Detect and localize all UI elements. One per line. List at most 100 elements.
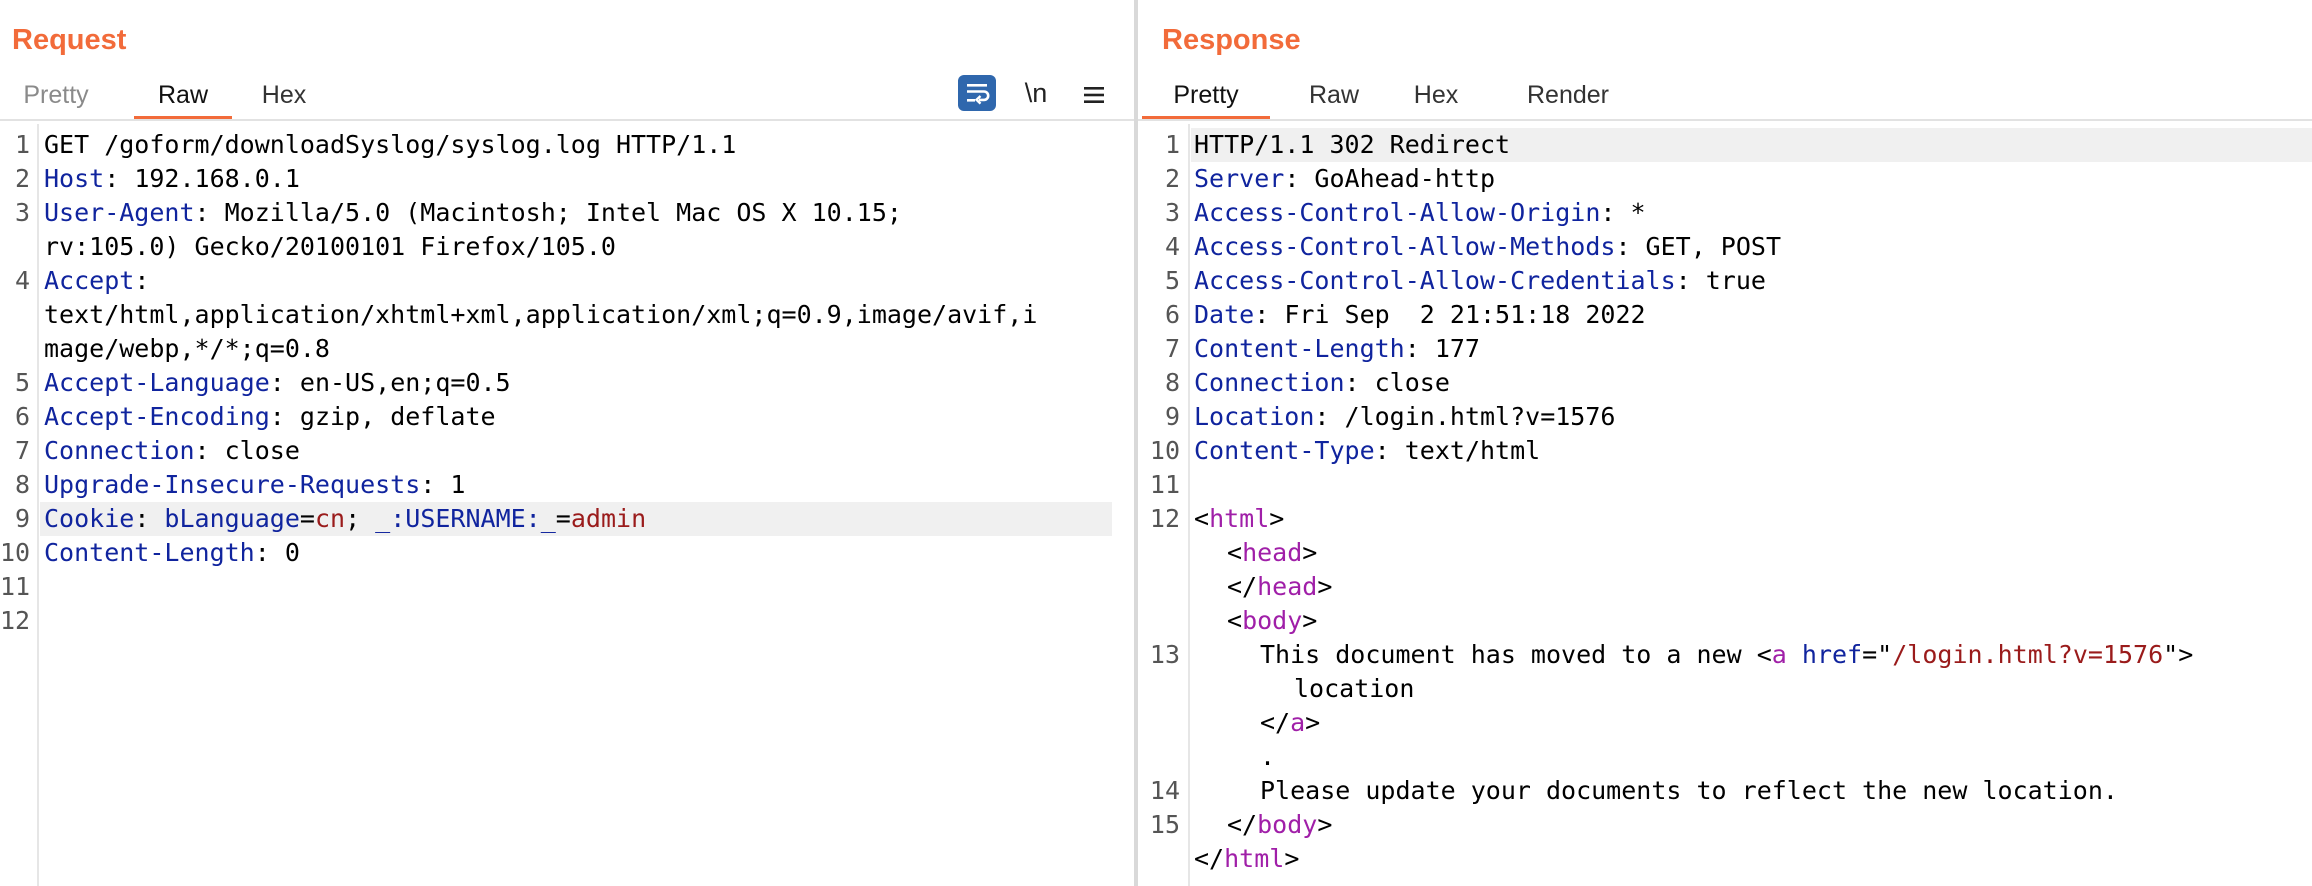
tag-name: html — [1224, 844, 1285, 873]
separator: : — [269, 402, 300, 431]
separator: : — [134, 266, 150, 295]
header-key: Location — [1194, 402, 1315, 431]
tab-raw[interactable]: Raw — [1298, 74, 1370, 120]
header-accept-encoding: Accept-Encoding: gzip, deflate — [44, 400, 496, 434]
tab-pretty[interactable]: Pretty — [1142, 74, 1270, 120]
header-value: text/html,application/xhtml+xml,applicat… — [44, 300, 1038, 329]
line-number: 9 — [1164, 402, 1180, 431]
body-text-line: This document has moved to a new <a href… — [1260, 638, 2193, 672]
tag-name: a — [1290, 708, 1306, 737]
separator: : — [1404, 334, 1435, 363]
angle-bracket: > — [1317, 572, 1333, 601]
cookie-eq: = — [555, 504, 571, 533]
cookie-eq: = — [299, 504, 315, 533]
header-acac: Access-Control-Allow-Credentials: true — [1194, 264, 1766, 298]
menu-button[interactable] — [1076, 74, 1112, 112]
separator: : — [104, 164, 135, 193]
header-accept-language: Accept-Language: en-US,en;q=0.5 — [44, 366, 511, 400]
header-cookie: Cookie: bLanguage=cn; _:USERNAME:_=admin — [44, 502, 646, 536]
quote: " — [2163, 640, 2179, 669]
header-key: Cookie — [44, 504, 135, 533]
header-content-length: Content-Length: 0 — [44, 536, 300, 570]
header-value: GoAhead-http — [1314, 164, 1496, 193]
head-open-tag: <head> — [1227, 536, 1317, 570]
request-line: GET /goform/downloadSyslog/syslog.log HT… — [44, 128, 736, 162]
header-accept-wrap: text/html,application/xhtml+xml,applicat… — [44, 298, 1037, 332]
cookie-value: cn — [314, 504, 346, 533]
line-number: 13 — [1149, 640, 1180, 669]
request-editor[interactable]: 1 2 3 4 5 6 7 8 9 10 11 12 GET /goform/d… — [0, 128, 1134, 886]
tab-pretty[interactable]: Pretty — [20, 74, 92, 120]
hamburger-menu-icon — [1084, 86, 1104, 103]
separator: : — [1675, 266, 1706, 295]
line-number: 8 — [1164, 368, 1180, 397]
html-close-tag: </html> — [1194, 842, 1299, 876]
header-key: Accept-Encoding — [44, 402, 270, 431]
header-key: Accept-Language — [44, 368, 270, 397]
angle-bracket: > — [1317, 810, 1333, 839]
request-start-line: GET /goform/downloadSyslog/syslog.log HT… — [44, 130, 737, 159]
angle-bracket: > — [1302, 606, 1318, 635]
wrap-lines-button[interactable] — [958, 75, 996, 111]
separator: : — [254, 538, 285, 567]
response-tabs: Pretty Raw Hex Render — [1138, 74, 2312, 120]
html-open-tag: <html> — [1194, 502, 1284, 536]
header-value: /login.html?v=1576 — [1344, 402, 1616, 431]
header-content-type: Content-Type: text/html — [1194, 434, 1540, 468]
line-number: 1 — [14, 130, 30, 159]
tab-hex[interactable]: Hex — [1408, 74, 1464, 120]
separator: : — [194, 198, 225, 227]
line-number: 4 — [1164, 232, 1180, 261]
request-tab-divider — [0, 119, 1134, 121]
separator: : — [1374, 436, 1405, 465]
header-key: Accept — [44, 266, 135, 295]
line-number: 12 — [0, 606, 31, 635]
angle-bracket: > — [1284, 844, 1300, 873]
header-key: Server — [1194, 164, 1285, 193]
separator: : — [1254, 300, 1285, 329]
quote: " — [1877, 640, 1893, 669]
header-key: Access-Control-Allow-Credentials — [1194, 266, 1676, 295]
header-value: 0 — [284, 538, 300, 567]
header-upgrade-insecure-requests: Upgrade-Insecure-Requests: 1 — [44, 468, 465, 502]
separator: : — [269, 368, 300, 397]
tab-raw[interactable]: Raw — [134, 74, 232, 120]
attr-eq: = — [1862, 640, 1878, 669]
header-value-cont: mage/webp,*/*;q=0.8 — [44, 334, 330, 363]
cookie-name: bLanguage — [164, 504, 300, 533]
line-number: 8 — [14, 470, 30, 499]
line-number: 14 — [1149, 776, 1180, 805]
angle-bracket: < — [1227, 538, 1243, 567]
cookie-value: admin — [570, 504, 647, 533]
angle-bracket: > — [2178, 640, 2194, 669]
header-accept: Accept: — [44, 264, 149, 298]
angle-bracket: </ — [1227, 810, 1258, 839]
header-user-agent-wrap: rv:105.0) Gecko/20100101 Firefox/105.0 — [44, 230, 616, 264]
newline-toggle-button[interactable]: \n — [1018, 74, 1054, 112]
cookie-separator: ; — [345, 504, 376, 533]
line-number: 11 — [0, 572, 31, 601]
header-connection: Connection: close — [1194, 366, 1450, 400]
separator: : — [1314, 402, 1345, 431]
header-value: Mozilla/5.0 (Macintosh; Intel Mac OS X 1… — [224, 198, 902, 227]
response-editor[interactable]: 1 2 3 4 5 6 7 8 9 10 11 12 13 14 15 HTTP… — [1138, 128, 2312, 886]
tab-hex[interactable]: Hex — [258, 74, 310, 120]
separator: : — [1600, 198, 1631, 227]
header-value: en-US,en;q=0.5 — [299, 368, 511, 397]
header-key: Access-Control-Allow-Origin — [1194, 198, 1601, 227]
tag-name: a — [1771, 640, 1787, 669]
anchor-text-line: location — [1294, 672, 1414, 706]
header-date: Date: Fri Sep 2 21:51:18 2022 — [1194, 298, 1646, 332]
status-text: HTTP/1.1 302 Redirect — [1194, 130, 1511, 159]
response-panel: Response Pretty Raw Hex Render 1 2 3 4 5… — [1138, 0, 2312, 886]
anchor-close-tag: </a> — [1260, 706, 1320, 740]
http-message-viewer: Request Pretty Raw Hex \n 1 2 3 4 5 6 7 … — [0, 0, 2312, 886]
tab-render[interactable]: Render — [1514, 74, 1622, 120]
line-number: 1 — [1164, 130, 1180, 159]
header-key: Connection — [1194, 368, 1345, 397]
header-key: Date — [1194, 300, 1255, 329]
body-text: This document has moved to a new — [1260, 640, 1757, 669]
tag-name: head — [1257, 572, 1318, 601]
separator: : — [1344, 368, 1375, 397]
head-close-tag: </head> — [1227, 570, 1332, 604]
